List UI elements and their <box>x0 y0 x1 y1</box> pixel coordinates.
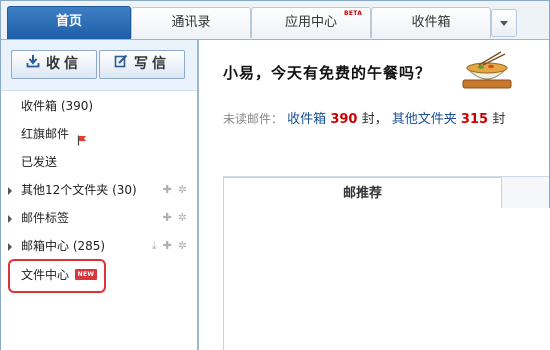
greeting-text: 小易，今天有免费的午餐吗？ <box>223 64 432 82</box>
folder-tools: ✚ ✲ <box>157 177 187 203</box>
main-content: 小易，今天有免费的午餐吗？ 未读邮件： 收件箱 390 封， 其他文件夹 315… <box>199 40 550 350</box>
tab-mail-recommend-label: 邮推荐 <box>342 186 382 201</box>
highlight-annotation <box>8 259 106 293</box>
sidebar-item-label: 邮件标签 <box>21 211 70 225</box>
inbox-count[interactable]: 390 <box>330 112 357 127</box>
edit-icon <box>114 51 128 78</box>
unread-label: 未读邮件： <box>223 112 284 126</box>
sidebar-item-label: 其他12个文件夹 (30) <box>21 183 137 197</box>
other-folders-count[interactable]: 315 <box>461 112 488 127</box>
tab-home-label: 首页 <box>55 14 82 29</box>
unit-text: 封， <box>361 112 388 127</box>
sidebar-item-other-folders[interactable]: 其他12个文件夹 (30) ✚ ✲ <box>1 177 197 203</box>
sidebar: 收信 写信 收件箱 (390) 红旗邮件 已发送 其他12个文件夹 (30) ✚… <box>1 40 199 350</box>
sidebar-item-sent[interactable]: 已发送 <box>1 149 197 175</box>
lunch-plate-icon <box>457 50 517 98</box>
tab-mail-recommend[interactable]: 邮推荐 <box>223 177 502 209</box>
tab-contacts[interactable]: 通讯录 <box>131 7 251 38</box>
sidebar-item-inbox[interactable]: 收件箱 (390) <box>1 93 197 119</box>
add-icon[interactable]: ✚ <box>163 211 172 224</box>
sidebar-item-label: 收件箱 (390) <box>21 99 94 113</box>
sidebar-item-label: 已发送 <box>21 155 58 169</box>
tab-app-center-label: 应用中心 <box>284 15 337 30</box>
expand-arrow-icon[interactable] <box>8 187 12 195</box>
recommend-panel <box>223 208 550 350</box>
receive-label: 收信 <box>46 56 82 72</box>
sidebar-item-mailbox-center[interactable]: 邮箱中心 (285) ⤓ ✚ ✲ <box>1 233 197 259</box>
gear-icon[interactable]: ✲ <box>178 183 187 196</box>
inbox-link[interactable]: 收件箱 <box>287 112 326 127</box>
mailbox-tools: ⤓ ✚ ✲ <box>146 233 187 259</box>
download-icon[interactable]: ⤓ <box>152 239 157 252</box>
tag-tools: ✚ ✲ <box>157 205 187 231</box>
tab-inbox-label: 收件箱 <box>411 15 451 30</box>
add-icon[interactable]: ✚ <box>163 239 172 252</box>
compose-button[interactable]: 写信 <box>99 50 185 79</box>
other-folders-link[interactable]: 其他文件夹 <box>392 112 457 127</box>
sidebar-item-tags[interactable]: 邮件标签 ✚ ✲ <box>1 205 197 231</box>
top-tab-bar: 首页 通讯录 应用中心 BETA 收件箱 <box>1 1 549 40</box>
expand-arrow-icon[interactable] <box>8 215 12 223</box>
tab-dropdown-button[interactable] <box>491 9 517 37</box>
compose-label: 写信 <box>134 56 170 72</box>
receive-button[interactable]: 收信 <box>11 50 97 79</box>
expand-arrow-icon[interactable] <box>8 243 12 251</box>
recommend-tab-bar: 邮推荐 <box>223 176 549 209</box>
download-icon <box>26 51 40 78</box>
mail-window: 首页 通讯录 应用中心 BETA 收件箱 收信 写信 收件箱 (390) 红旗邮… <box>0 0 550 350</box>
beta-badge: BETA <box>344 10 363 17</box>
gear-icon[interactable]: ✲ <box>178 239 187 252</box>
sidebar-item-flagged[interactable]: 红旗邮件 <box>1 121 197 147</box>
tab-contacts-label: 通讯录 <box>171 15 211 30</box>
gear-icon[interactable]: ✲ <box>178 211 187 224</box>
tab-inbox[interactable]: 收件箱 <box>371 7 491 38</box>
tab-app-center[interactable]: 应用中心 BETA <box>251 7 371 38</box>
add-icon[interactable]: ✚ <box>163 183 172 196</box>
chevron-down-icon <box>500 21 508 26</box>
unread-summary: 未读邮件： 收件箱 390 封， 其他文件夹 315 封 <box>223 108 505 127</box>
sidebar-toolbar: 收信 写信 <box>1 40 197 91</box>
sidebar-item-label: 邮箱中心 (285) <box>21 239 106 253</box>
tab-home[interactable]: 首页 <box>7 6 131 39</box>
unit-text: 封 <box>492 112 506 127</box>
sidebar-item-label: 红旗邮件 <box>21 127 70 141</box>
